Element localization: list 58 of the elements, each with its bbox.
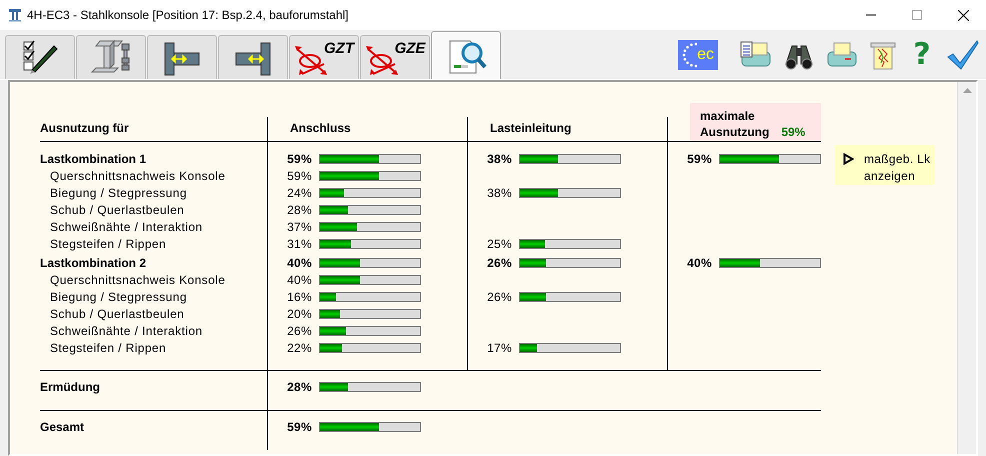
scrollbar[interactable] [957, 82, 976, 454]
percent-value: 40% [686, 256, 712, 270]
percent-value: 37% [286, 220, 312, 234]
row-label: Biegung / Stegpressung [49, 288, 188, 305]
percent-value: 28% [286, 202, 312, 216]
row-label: Schub / Querlastbeulen [49, 202, 186, 218]
percent-value: 20% [286, 306, 312, 320]
row-label: Gesamt [40, 418, 86, 435]
tab[interactable]: GZE [360, 35, 430, 79]
connection-icon [162, 42, 202, 76]
stars-icon [681, 42, 698, 68]
row-label: Schweißnähte / Interaktion [49, 322, 204, 339]
window-title: 4H-EC3 - Stahlkonsole [Position 17: Bsp.2.4, bauforumstahl] [27, 8, 349, 22]
checkmark-icon[interactable] [946, 39, 980, 71]
percent-value: 38% [486, 186, 512, 200]
show-combination-button[interactable]: maßgeb. Lk anzeigen [835, 145, 935, 185]
maximum-value: 59% [781, 125, 806, 139]
app-icon [8, 8, 22, 22]
row-label: Lastkombination 2 [40, 254, 148, 271]
percent-value: 26% [286, 324, 312, 338]
connection-icon [233, 42, 273, 76]
row-label: Querschnittsnachweis Konsole [49, 272, 226, 288]
tab[interactable] [147, 35, 217, 79]
percent-value: 59% [686, 152, 712, 166]
column-header: Anschluss [267, 117, 467, 141]
row-label: Ermüdung [40, 378, 101, 395]
column-header: Ausnutzung für [40, 120, 130, 137]
play-icon [843, 153, 854, 165]
tab[interactable] [5, 35, 75, 79]
help-button[interactable]: ? [907, 40, 937, 70]
close-icon[interactable] [958, 10, 968, 20]
tab[interactable] [76, 35, 146, 79]
percent-value: 59% [286, 168, 312, 182]
row-label: Schweißnähte / Interaktion [49, 218, 204, 235]
header-text: Ausnutzung [700, 125, 770, 139]
header-text: maximale [700, 109, 755, 123]
percent-value: 40% [286, 256, 312, 270]
percent-value: 59% [286, 420, 312, 434]
tab[interactable] [218, 35, 288, 79]
percent-value: 28% [286, 380, 312, 394]
row-label: Biegung / Stegpressung [49, 184, 188, 201]
percent-value: 16% [286, 290, 312, 304]
percent-value: 40% [286, 272, 312, 286]
percent-value: 59% [286, 152, 312, 166]
percent-value: 22% [286, 340, 312, 354]
row-label: Schub / Querlastbeulen [49, 306, 186, 322]
percent-value: 25% [486, 236, 512, 250]
row-label: Stegsteifen / Rippen [49, 236, 168, 252]
percent-value: 38% [486, 152, 512, 166]
percent-value: 24% [286, 186, 312, 200]
percent-value: 17% [486, 340, 512, 354]
row-label: Stegsteifen / Rippen [49, 340, 168, 356]
percent-value: 31% [286, 236, 312, 250]
row-label: Lastkombination 1 [40, 150, 148, 167]
tab[interactable]: GZT [289, 35, 359, 79]
percent-value: 26% [486, 256, 512, 270]
percent-value: 26% [486, 290, 512, 304]
row-label: Querschnittsnachweis Konsole [49, 168, 226, 184]
